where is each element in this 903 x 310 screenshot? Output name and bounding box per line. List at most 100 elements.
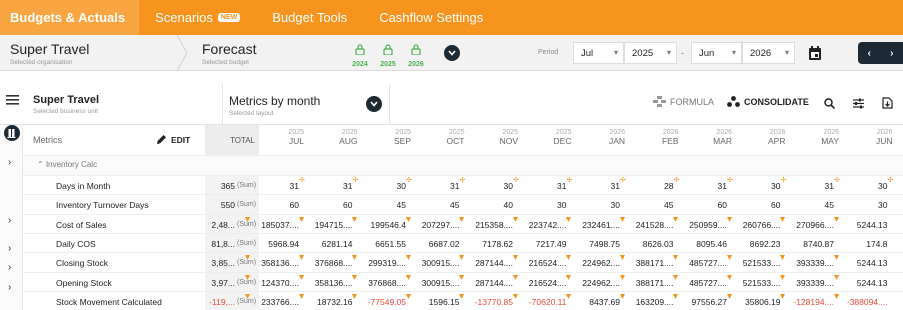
value-cell[interactable]: 8740.87 <box>783 239 834 249</box>
layout-selector[interactable]: Metrics by month Selected layout <box>229 94 320 117</box>
value-cell[interactable]: 287144.... <box>462 258 513 268</box>
value-cell[interactable]: 388171.... <box>623 258 674 268</box>
value-cell[interactable]: 60 <box>248 200 299 210</box>
hamburger-menu-icon[interactable] <box>6 95 19 105</box>
value-cell[interactable]: -128194.... <box>783 297 834 307</box>
value-cell[interactable]: 7498.75 <box>569 239 620 249</box>
value-cell[interactable]: 199546.4 <box>355 220 406 230</box>
consolidate-button[interactable]: CONSOLIDATE <box>727 96 809 107</box>
value-cell[interactable]: 5968.94 <box>248 239 299 249</box>
export-icon[interactable] <box>882 97 893 109</box>
value-cell[interactable]: 521533.... <box>730 258 781 268</box>
value-cell[interactable]: -388094.... <box>837 297 888 307</box>
value-cell[interactable]: 35806.19 <box>730 297 780 307</box>
calendar-icon[interactable] <box>808 45 822 61</box>
value-cell[interactable]: 163209.... <box>623 297 674 307</box>
value-cell[interactable]: 8692.23 <box>730 239 781 249</box>
business-unit-selector[interactable]: Super Travel Selected business unit <box>33 94 99 115</box>
value-cell[interactable]: 124370.... <box>248 278 299 288</box>
edit-button[interactable]: EDIT <box>156 134 190 145</box>
start-year-select[interactable]: 2025 ▾ <box>624 42 677 64</box>
sliders-icon[interactable] <box>853 98 864 109</box>
start-month-select[interactable]: Jul ▾ <box>573 42 624 64</box>
value-cell[interactable]: 388171.... <box>623 278 674 288</box>
value-cell[interactable]: 224962.... <box>569 258 620 268</box>
value-cell[interactable]: -77549.05 <box>355 297 406 307</box>
value-cell[interactable]: 18732.16 <box>302 297 352 307</box>
value-cell[interactable]: 174.8 <box>837 239 887 249</box>
tab-scenarios[interactable]: Scenarios NEW <box>139 0 256 35</box>
table-row[interactable]: Days in Month 365 (Sum) 31 ✢ 31 ✢ 30 ✢ 31 ✢ 30 ✢ 31 ✢ 3… <box>23 175 903 195</box>
value-cell[interactable]: 5244.13 <box>837 220 888 230</box>
value-cell[interactable]: 45 <box>409 200 459 210</box>
expand-row-icon[interactable]: › <box>8 262 11 273</box>
value-cell[interactable]: 31 <box>516 181 566 191</box>
value-cell[interactable]: 31 <box>302 181 352 191</box>
expand-row-icon[interactable]: › <box>8 215 11 226</box>
value-cell[interactable]: 232461.... <box>569 220 620 230</box>
value-cell[interactable]: 287144.... <box>462 278 513 288</box>
value-cell[interactable]: 60 <box>302 200 352 210</box>
value-cell[interactable]: 31 <box>676 181 727 191</box>
value-cell[interactable]: 233766.... <box>248 297 299 307</box>
value-cell[interactable]: 485727.... <box>676 258 727 268</box>
value-cell[interactable]: 216524.... <box>516 278 567 288</box>
end-year-select[interactable]: 2026 ▾ <box>742 42 795 64</box>
table-row[interactable]: Opening Stock 3,97... (Sum) 124370.... 35813… <box>23 271 903 291</box>
value-cell[interactable]: -13770.85 <box>462 297 513 307</box>
workbook-button[interactable] <box>4 125 20 141</box>
value-cell[interactable]: 45 <box>783 200 834 210</box>
expand-row-icon[interactable]: › <box>8 282 11 293</box>
value-cell[interactable]: 6281.14 <box>302 239 353 249</box>
value-cell[interactable]: 270966.... <box>783 220 834 230</box>
value-cell[interactable]: 250959.... <box>676 220 727 230</box>
year-lock-2024[interactable]: 2024 <box>350 42 370 68</box>
value-cell[interactable]: 7217.49 <box>516 239 567 249</box>
value-cell[interactable]: 28 <box>623 181 673 191</box>
value-cell[interactable]: 6651.55 <box>355 239 406 249</box>
end-month-select[interactable]: Jun ▾ <box>691 42 742 64</box>
value-cell[interactable]: 8095.46 <box>676 239 727 249</box>
value-cell[interactable]: 299319.... <box>355 258 406 268</box>
value-cell[interactable]: 300915.... <box>409 278 460 288</box>
value-cell[interactable]: 216524.... <box>516 258 567 268</box>
value-cell[interactable]: 60 <box>676 200 727 210</box>
value-cell[interactable]: 358136.... <box>248 258 299 268</box>
value-cell[interactable]: 8437.69 <box>569 297 620 307</box>
value-cell[interactable]: 7178.62 <box>462 239 513 249</box>
value-cell[interactable]: 31 <box>783 181 834 191</box>
tab-budget-tools[interactable]: Budget Tools <box>256 0 363 35</box>
formula-button[interactable]: FORMULA <box>653 96 714 107</box>
value-cell[interactable]: 31 <box>569 181 620 191</box>
year-lock-2025[interactable]: 2025 <box>378 42 398 68</box>
value-cell[interactable]: 97556.27 <box>676 297 727 307</box>
value-cell[interactable]: 260766.... <box>730 220 781 230</box>
layout-dropdown-button[interactable] <box>366 96 382 112</box>
value-cell[interactable]: 5244.13 <box>837 258 888 268</box>
tab-cashflow-settings[interactable]: Cashflow Settings <box>363 0 499 35</box>
value-cell[interactable]: -70620.11 <box>516 297 567 307</box>
group-row-inventory-calc[interactable]: ⌃ Inventory Calc <box>23 155 903 175</box>
value-cell[interactable]: 215358.... <box>462 220 513 230</box>
value-cell[interactable]: 1596.15 <box>409 297 460 307</box>
value-cell[interactable]: 5244.13 <box>837 278 888 288</box>
value-cell[interactable]: 45 <box>355 200 406 210</box>
budget-dropdown-button[interactable] <box>444 45 460 61</box>
budget-selector[interactable]: Forecast Selected budget <box>202 41 256 66</box>
value-cell[interactable]: 31 <box>248 181 299 191</box>
value-cell[interactable]: 40 <box>462 200 513 210</box>
table-row[interactable]: Stock Movement Calculated -119,... (Sum) 23… <box>23 290 903 310</box>
value-cell[interactable]: 30 <box>730 181 780 191</box>
value-cell[interactable]: 241528.... <box>623 220 674 230</box>
value-cell[interactable]: 30 <box>569 200 620 210</box>
value-cell[interactable]: 31 <box>409 181 459 191</box>
table-row[interactable]: Daily COS 81,8... (Sum) 5968.94 6281.14 6651.… <box>23 232 903 253</box>
organisation-selector[interactable]: Super Travel Selected organisation <box>10 41 89 66</box>
next-period-icon[interactable]: › <box>890 48 893 59</box>
value-cell[interactable]: 223742.... <box>516 220 567 230</box>
value-cell[interactable]: 376868.... <box>302 258 353 268</box>
value-cell[interactable]: 45 <box>623 200 673 210</box>
previous-period-icon[interactable]: ‹ <box>868 48 871 59</box>
table-row[interactable]: Closing Stock 3,85... (Sum) 358136.... 37686… <box>23 252 903 272</box>
value-cell[interactable]: 485727.... <box>676 278 727 288</box>
